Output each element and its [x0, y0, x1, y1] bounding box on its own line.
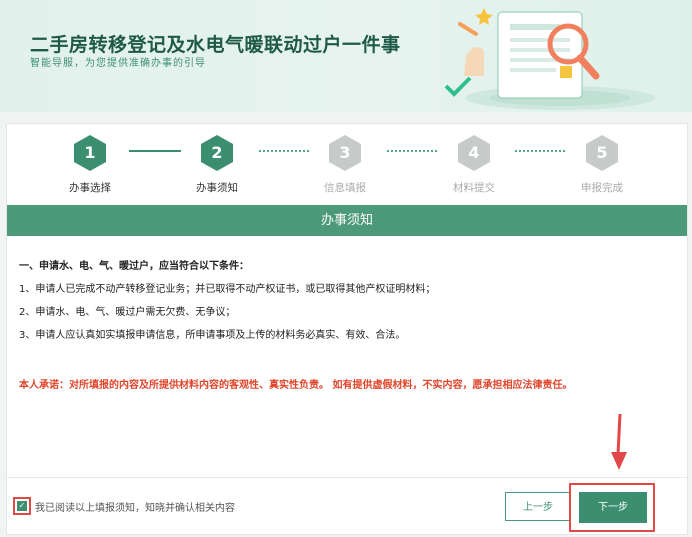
prev-step-button[interactable]: 上一步: [505, 492, 571, 521]
step-4-badge: 4: [458, 135, 490, 171]
step-3-label: 信息填报: [324, 182, 366, 194]
agree-checkbox-highlight: ✓: [13, 497, 31, 515]
step-4-label: 材料提交: [453, 182, 495, 194]
pointer-arrow-icon: [611, 414, 627, 470]
step-connector: [387, 150, 437, 152]
step-5-badge: 5: [586, 135, 618, 171]
page-banner: 二手房转移登记及水电气暖联动过户一件事 智能导服，为您提供准确办事的引导: [0, 0, 692, 112]
page-subtitle: 智能导服，为您提供准确办事的引导: [30, 58, 206, 69]
notice-item: 1、申请人已完成不动产转移登记业务；并已取得不动产权证书，或已取得其他产权证明材…: [19, 284, 436, 295]
page-title: 二手房转移登记及水电气暖联动过户一件事: [30, 34, 401, 56]
step-connector: [129, 150, 181, 152]
step-3-badge: 3: [329, 135, 361, 171]
progress-steps: 1 办事选择 2 办事须知 3 信息填报 4 材料提交 5 申报完成: [7, 124, 687, 204]
notice-content: 一、申请水、电、气、暖过户，应当符合以下条件： 1、申请人已完成不动产转移登记业…: [19, 257, 679, 349]
step-1-label: 办事选择: [69, 182, 111, 194]
step-2: 2 办事须知: [177, 135, 257, 195]
commitment-text: 本人承诺：对所填报的内容及所提供材料内容的客观性、真实性负责。 如有提供虚假材料…: [19, 380, 573, 391]
step-1: 1 办事选择: [50, 135, 130, 195]
step-connector: [515, 150, 565, 152]
step-1-badge: 1: [74, 135, 106, 171]
content-card: 1 办事选择 2 办事须知 3 信息填报 4 材料提交 5 申报完成 办事须知 …: [6, 123, 688, 535]
notice-heading: 一、申请水、电、气、暖过户，应当符合以下条件：: [19, 261, 249, 272]
step-connector: [259, 150, 309, 152]
step-5: 5 申报完成: [562, 135, 642, 195]
banner-illustration: [444, 8, 655, 110]
notice-item: 3、申请人应认真如实填报申请信息，所申请事项及上传的材料务必真实、有效、合法。: [19, 330, 406, 341]
notice-item: 2、申请水、电、气、暖过户需无欠费、无争议；: [19, 307, 236, 318]
agree-checkbox[interactable]: ✓: [17, 501, 27, 511]
step-3: 3 信息填报: [305, 135, 385, 195]
agree-label[interactable]: 我已阅读以上填报须知，知晓并确认相关内容: [35, 499, 235, 514]
footer-divider: [7, 477, 687, 478]
step-2-badge: 2: [201, 135, 233, 171]
next-step-button[interactable]: 下一步: [579, 492, 647, 523]
step-2-label: 办事须知: [196, 182, 238, 194]
agree-row[interactable]: ✓ 我已阅读以上填报须知，知晓并确认相关内容: [13, 497, 235, 515]
next-button-highlight: 下一步: [569, 483, 655, 532]
step-4: 4 材料提交: [434, 135, 514, 195]
section-title-bar: 办事须知: [7, 205, 687, 236]
step-5-label: 申报完成: [581, 182, 623, 194]
